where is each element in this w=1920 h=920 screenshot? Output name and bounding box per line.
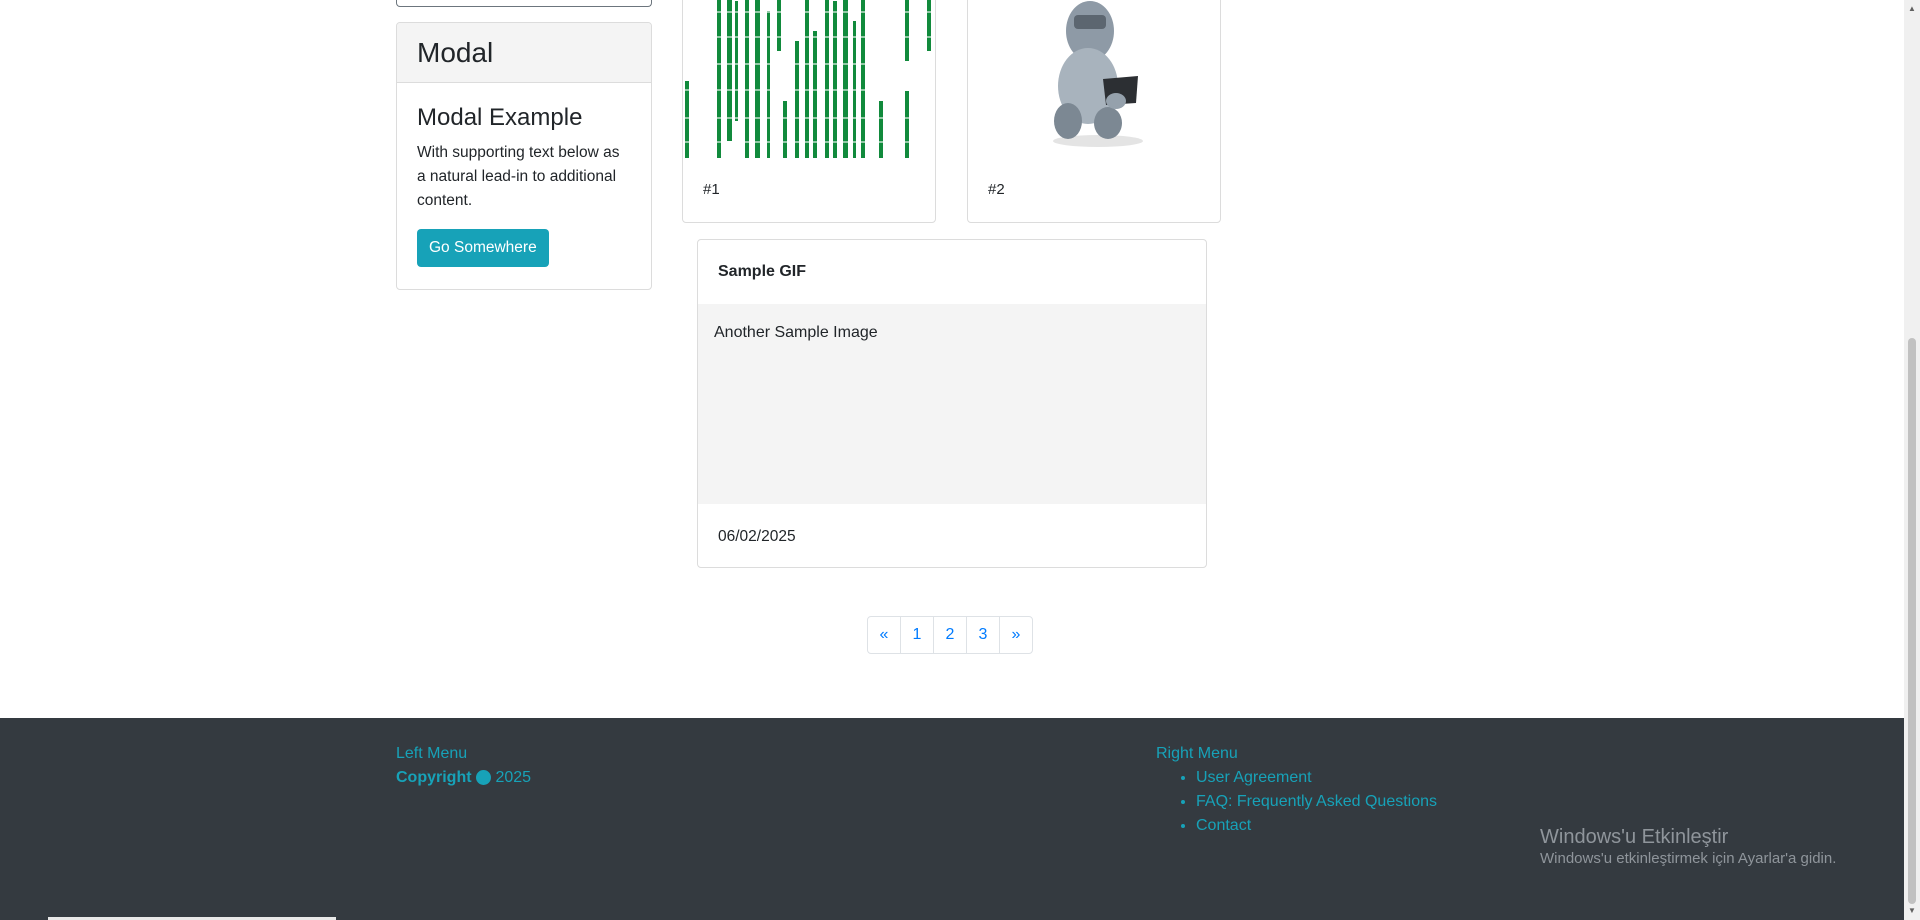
footer-link-item: FAQ: Frequently Asked Questions [1196, 792, 1437, 816]
gif-image-alt-text: Another Sample Image [714, 324, 878, 341]
gif-card-title: Sample GIF [718, 263, 807, 280]
contact-link[interactable]: Contact [1196, 817, 1251, 834]
faq-link[interactable]: FAQ: Frequently Asked Questions [1196, 793, 1437, 810]
go-somewhere-button[interactable]: Go Somewhere [417, 229, 549, 267]
pagination-next[interactable]: » [999, 616, 1033, 654]
scroll-down-arrow-icon[interactable]: ▼ [1908, 906, 1916, 915]
pagination-page-1[interactable]: 1 [900, 616, 934, 654]
footer-links: User Agreement FAQ: Frequently Asked Que… [1196, 768, 1437, 840]
gif-image-placeholder: Another Sample Image [698, 304, 1206, 504]
copyright-year: 2025 [495, 769, 532, 786]
pagination-page-2[interactable]: 2 [933, 616, 967, 654]
copyright: Copyright C 2025 [396, 768, 531, 792]
right-menu-link[interactable]: Right Menu [1156, 744, 1437, 768]
user-agreement-link[interactable]: User Agreement [1196, 769, 1312, 786]
footer: Left Menu Copyright C 2025 Right Menu Us… [0, 718, 1904, 920]
gallery-card-caption: #1 [703, 181, 720, 198]
robot-with-laptop-image [968, 0, 1220, 158]
footer-left: Left Menu Copyright C 2025 [396, 744, 531, 792]
modal-card-title: Modal Example [417, 104, 583, 131]
footer-link-item: User Agreement [1196, 768, 1437, 792]
scrollbar-thumb[interactable] [1908, 338, 1916, 904]
pagination: « 1 2 3 » [867, 616, 1033, 654]
gallery-card-1[interactable]: #1 [682, 0, 936, 223]
sample-gif-card[interactable]: Sample GIF Another Sample Image 06/02/20… [697, 239, 1207, 568]
sidebar-input-bottom[interactable] [396, 0, 652, 7]
vertical-scrollbar[interactable]: ▲ ▼ [1904, 0, 1920, 920]
gallery-card-2[interactable]: #2 [967, 0, 1221, 223]
activation-title: Windows'u Etkinleştir [1540, 826, 1729, 848]
copyright-icon: C [476, 769, 491, 786]
gallery-card-caption: #2 [988, 181, 1005, 198]
modal-card-body: Modal Example With supporting text below… [397, 83, 651, 287]
pagination-page-3[interactable]: 3 [966, 616, 1000, 654]
footer-right: Right Menu User Agreement FAQ: Frequentl… [1156, 744, 1437, 840]
footer-link-item: Contact [1196, 816, 1437, 840]
matrix-code-image [683, 0, 935, 158]
windows-activation-watermark: Windows'u Etkinleştir Windows'u etkinleş… [1540, 825, 1836, 869]
scroll-up-arrow-icon[interactable]: ▲ [1908, 4, 1916, 13]
page: Modal Modal Example With supporting text… [0, 0, 1904, 920]
pagination-previous[interactable]: « [867, 616, 901, 654]
gif-card-date: 06/02/2025 [718, 528, 796, 545]
modal-card: Modal Modal Example With supporting text… [396, 22, 652, 290]
activation-subtitle: Windows'u etkinleştirmek için Ayarlar'a … [1540, 850, 1837, 867]
left-menu-link[interactable]: Left Menu [396, 744, 531, 768]
modal-card-header: Modal [397, 23, 651, 83]
modal-card-text: With supporting text below as a natural … [417, 144, 620, 209]
copyright-label: Copyright [396, 769, 472, 786]
